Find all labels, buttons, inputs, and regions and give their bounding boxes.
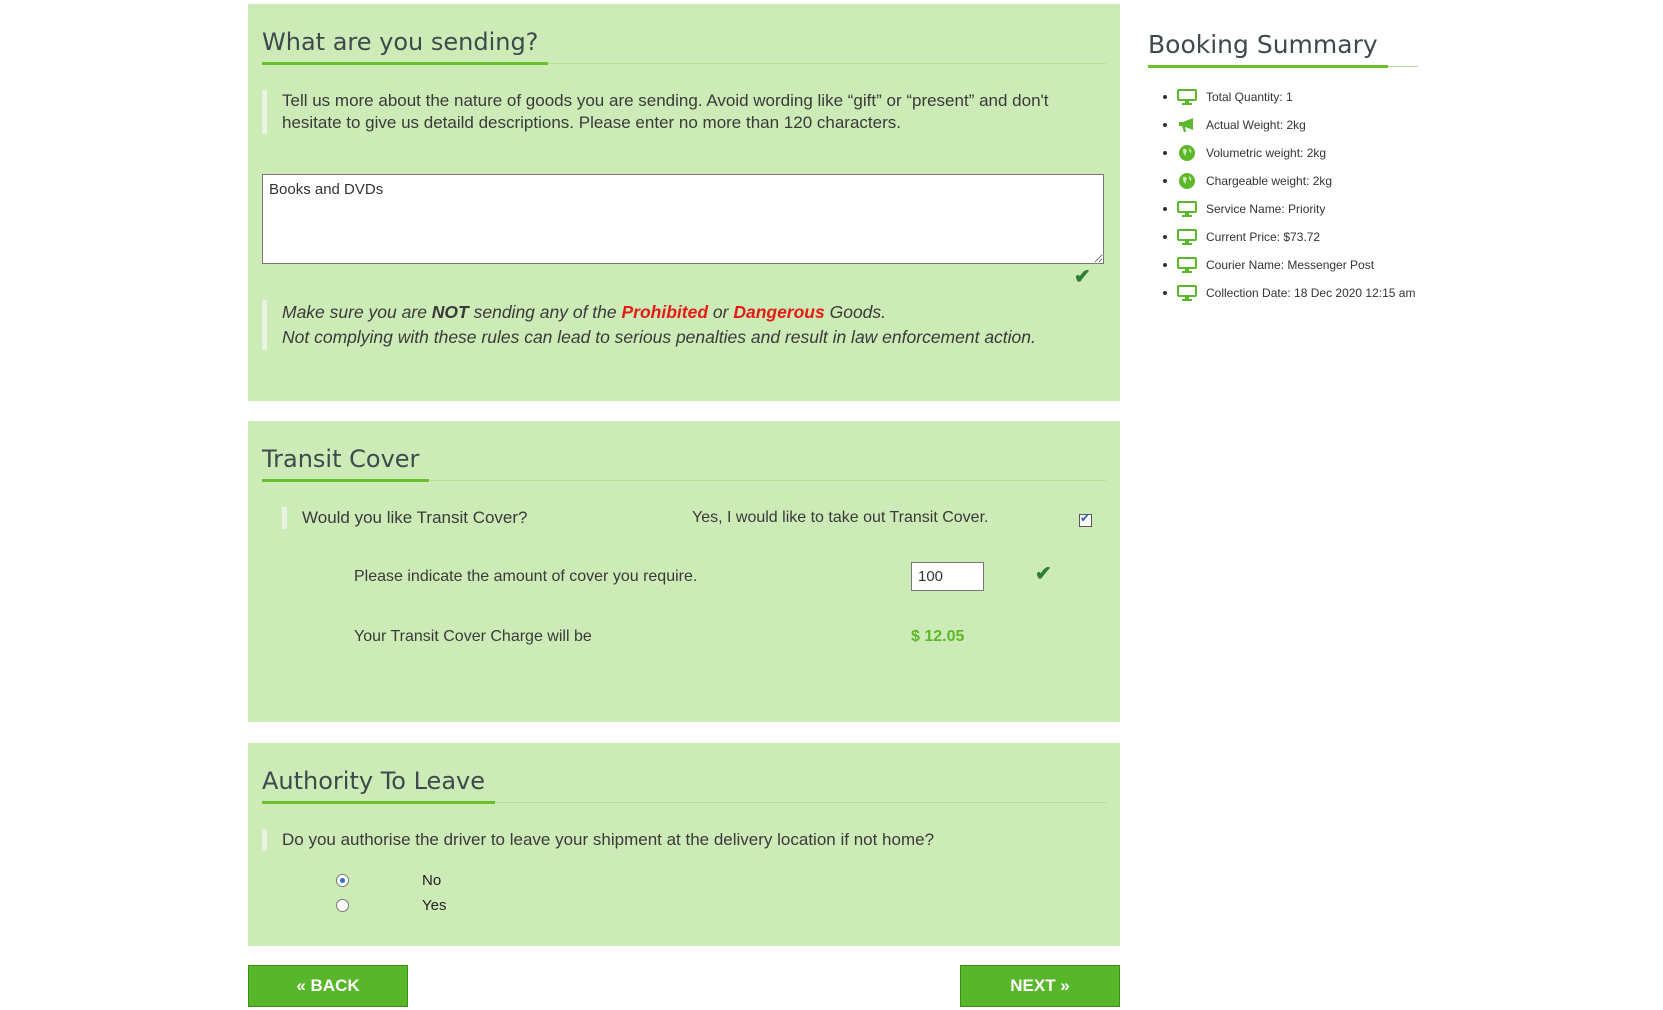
warning-text-2: sending any of the (468, 302, 622, 322)
summary-item-text: Collection Date: 18 Dec 2020 12:15 am (1206, 286, 1416, 300)
warning-not: NOT (431, 302, 469, 322)
summary-item-service-name: Service Name: Priority (1148, 195, 1418, 223)
authority-no-label[interactable]: No (422, 872, 441, 889)
authority-panel: Authority To Leave Do you authorise the … (248, 743, 1120, 946)
monitor-icon (1176, 228, 1198, 246)
transit-cover-panel: Transit Cover Would you like Transit Cov… (248, 421, 1120, 722)
cover-amount-input[interactable] (911, 562, 984, 591)
warning-or: or (708, 302, 734, 322)
back-button[interactable]: « BACK (248, 965, 408, 1007)
summary-list: Total Quantity: 1 Actual Weight: 2kg Vol… (1148, 83, 1418, 307)
summary-item-text: Current Price: $73.72 (1206, 230, 1321, 244)
summary-item-total-quantity: Total Quantity: 1 (1148, 83, 1418, 111)
transit-heading: Transit Cover (262, 445, 430, 482)
summary-item-courier-name: Courier Name: Messenger Post (1148, 251, 1418, 279)
goods-heading: What are you sending? (262, 28, 549, 65)
authority-no-radio[interactable] (336, 874, 349, 887)
summary-item-text: Total Quantity: 1 (1206, 90, 1293, 104)
summary-heading: Booking Summary (1148, 30, 1388, 68)
summary-item-collection-date: Collection Date: 18 Dec 2020 12:15 am (1148, 279, 1418, 307)
authority-yes-radio[interactable] (336, 899, 349, 912)
warning-line-2: Not complying with these rules can lead … (282, 327, 1036, 347)
charge-value: $ 12.05 (911, 628, 965, 645)
globe-icon (1176, 144, 1198, 162)
globe-icon (1176, 172, 1198, 190)
megaphone-icon (1176, 116, 1198, 134)
summary-item-current-price: Current Price: $73.72 (1148, 223, 1418, 251)
summary-item-text: Courier Name: Messenger Post (1206, 258, 1375, 272)
monitor-icon (1176, 88, 1198, 106)
warning-text-1: Make sure you are (282, 302, 432, 322)
authority-question: Do you authorise the driver to leave you… (262, 829, 934, 851)
booking-summary: Booking Summary Total Quantity: 1 Actual… (1148, 30, 1418, 307)
summary-item-text: Chargeable weight: 2kg (1206, 174, 1333, 188)
transit-heading-wrap: Transit Cover (262, 445, 1106, 482)
warning-text-3: Goods. (824, 302, 887, 322)
authority-yes-label[interactable]: Yes (422, 897, 446, 914)
authority-heading: Authority To Leave (262, 767, 495, 804)
dangerous-goods-link[interactable]: Dangerous (733, 302, 824, 322)
goods-panel: What are you sending? Tell us more about… (248, 4, 1120, 401)
summary-item-text: Service Name: Priority (1206, 202, 1326, 216)
cover-amount-label: Please indicate the amount of cover you … (354, 568, 698, 585)
monitor-icon (1176, 256, 1198, 274)
summary-item-actual-weight: Actual Weight: 2kg (1148, 111, 1418, 139)
transit-cover-checkbox[interactable] (1079, 511, 1092, 527)
goods-instructions: Tell us more about the nature of goods y… (262, 90, 1082, 134)
next-button[interactable]: NEXT » (960, 965, 1120, 1007)
prohibited-goods-link[interactable]: Prohibited (622, 302, 709, 322)
charge-label: Your Transit Cover Charge will be (354, 628, 592, 645)
authority-heading-wrap: Authority To Leave (262, 767, 1106, 804)
monitor-icon (1176, 200, 1198, 218)
transit-option-label: Yes, I would like to take out Transit Co… (692, 509, 989, 526)
goods-description-textarea[interactable]: Books and DVDs (262, 174, 1104, 264)
monitor-icon (1176, 284, 1198, 302)
summary-item-text: Actual Weight: 2kg (1206, 118, 1306, 132)
summary-item-volumetric-weight: Volumetric weight: 2kg (1148, 139, 1418, 167)
summary-item-text: Volumetric weight: 2kg (1206, 146, 1327, 160)
goods-warning: Make sure you are NOT sending any of the… (262, 300, 1102, 350)
summary-item-chargeable-weight: Chargeable weight: 2kg (1148, 167, 1418, 195)
amount-valid-check-icon: ✔ (1035, 563, 1052, 585)
transit-question: Would you like Transit Cover? (282, 507, 528, 529)
summary-heading-wrap: Booking Summary (1148, 30, 1418, 68)
description-valid-check-icon: ✔ (1074, 266, 1091, 288)
goods-heading-wrap: What are you sending? (262, 28, 1106, 65)
